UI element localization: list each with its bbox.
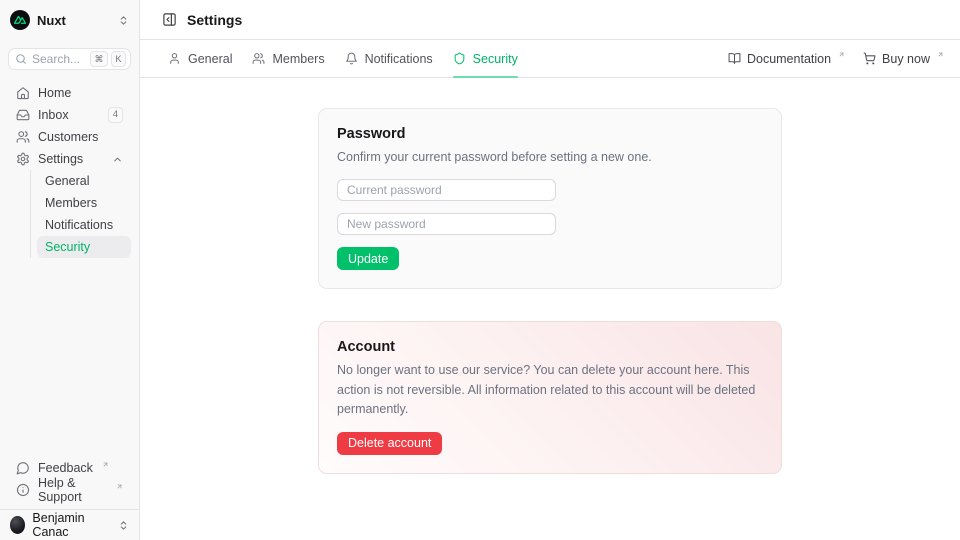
gear-icon [16,152,30,166]
sidebar-item-help-support[interactable]: Help & Support [8,479,131,501]
tab-label: Notifications [365,52,433,66]
chevron-up-icon [112,154,123,165]
tab-members[interactable]: Members [252,40,324,77]
avatar [10,516,25,534]
message-circle-icon [16,461,30,475]
sidebar-item-label: Settings [38,152,83,166]
book-open-icon [728,52,741,65]
kbd-meta: ⌘ [90,51,108,67]
password-card-description: Confirm your current password before set… [337,148,763,167]
workspace-name: Nuxt [37,13,66,28]
info-circle-icon [16,483,30,497]
chevrons-up-down-icon [118,15,129,26]
sidebar-item-label: General [45,174,89,188]
sidebar-item-label: Inbox [38,108,69,122]
sidebar-spacer [0,258,139,457]
password-card-title: Password [337,126,763,142]
account-card-title: Account [337,339,763,355]
link-label: Buy now [882,52,930,66]
page-header: Settings [140,0,960,40]
sidebar-item-security[interactable]: Security [37,236,131,258]
sidebar-item-label: Home [38,86,71,100]
shield-icon [453,52,466,65]
sidebar-item-notifications[interactable]: Notifications [37,214,131,236]
sidebar-item-label: Feedback [38,461,93,475]
external-link-icon [937,51,944,58]
kbd-k: K [111,51,126,67]
new-password-field[interactable] [337,213,556,235]
sidebar-item-label: Help & Support [38,476,107,504]
shopping-cart-icon [863,52,876,65]
settings-submenu: General Members Notifications Security [30,170,131,258]
tabbar-links: Documentation Buy now [728,52,944,66]
user-menu[interactable]: Benjamin Canac [0,509,139,540]
chevrons-up-down-icon [118,520,129,531]
user-name: Benjamin Canac [32,511,111,539]
sidebar: Nuxt Search... ⌘ K Home [0,0,140,540]
users-icon [252,52,265,65]
search-input[interactable]: Search... ⌘ K [8,48,131,70]
tabs: General Members Notifications [168,40,518,77]
tab-label: Members [272,52,324,66]
sidebar-item-general[interactable]: General [37,170,131,192]
external-link-icon [116,483,123,490]
account-card: Account No longer want to use our servic… [318,321,782,473]
sidebar-nav: Home Inbox 4 Customers Settings [0,78,139,258]
page-title: Settings [187,12,242,28]
tab-security[interactable]: Security [453,40,518,77]
app-window: Nuxt Search... ⌘ K Home [0,0,960,540]
sidebar-item-members[interactable]: Members [37,192,131,214]
sidebar-item-label: Notifications [45,218,113,232]
search-placeholder: Search... [32,52,80,66]
sidebar-footer: Feedback Help & Support [0,457,139,509]
buy-now-link[interactable]: Buy now [863,52,944,66]
tab-notifications[interactable]: Notifications [345,40,433,77]
inbox-icon [16,108,30,122]
search-kbd-shortcut: ⌘ K [90,51,126,67]
panel-collapse-icon[interactable] [162,12,177,27]
nuxt-logo-icon [10,10,30,30]
workspace-switcher[interactable]: Nuxt [0,0,139,40]
bell-icon [345,52,358,65]
update-password-button[interactable]: Update [337,247,399,270]
external-link-icon [838,51,845,58]
users-icon [16,130,30,144]
delete-account-button[interactable]: Delete account [337,432,442,455]
sidebar-item-home[interactable]: Home [8,82,131,104]
inbox-count-badge: 4 [108,107,123,124]
sidebar-item-label: Security [45,240,90,254]
tab-label: Security [473,52,518,66]
settings-tabbar: General Members Notifications [140,40,960,78]
link-label: Documentation [747,52,831,66]
sidebar-item-label: Customers [38,130,98,144]
password-card: Password Confirm your current password b… [318,108,782,289]
documentation-link[interactable]: Documentation [728,52,845,66]
external-link-icon [102,461,109,468]
main-panel: Settings General Members [140,0,960,540]
tab-label: General [188,52,232,66]
security-settings-content: Password Confirm your current password b… [140,78,960,540]
sidebar-item-label: Members [45,196,97,210]
user-icon [168,52,181,65]
sidebar-item-inbox[interactable]: Inbox 4 [8,104,131,126]
sidebar-item-settings[interactable]: Settings [8,148,131,170]
search-icon [15,53,27,65]
current-password-field[interactable] [337,179,556,201]
sidebar-item-customers[interactable]: Customers [8,126,131,148]
account-card-description: No longer want to use our service? You c… [337,361,763,419]
tab-general[interactable]: General [168,40,232,77]
home-icon [16,86,30,100]
